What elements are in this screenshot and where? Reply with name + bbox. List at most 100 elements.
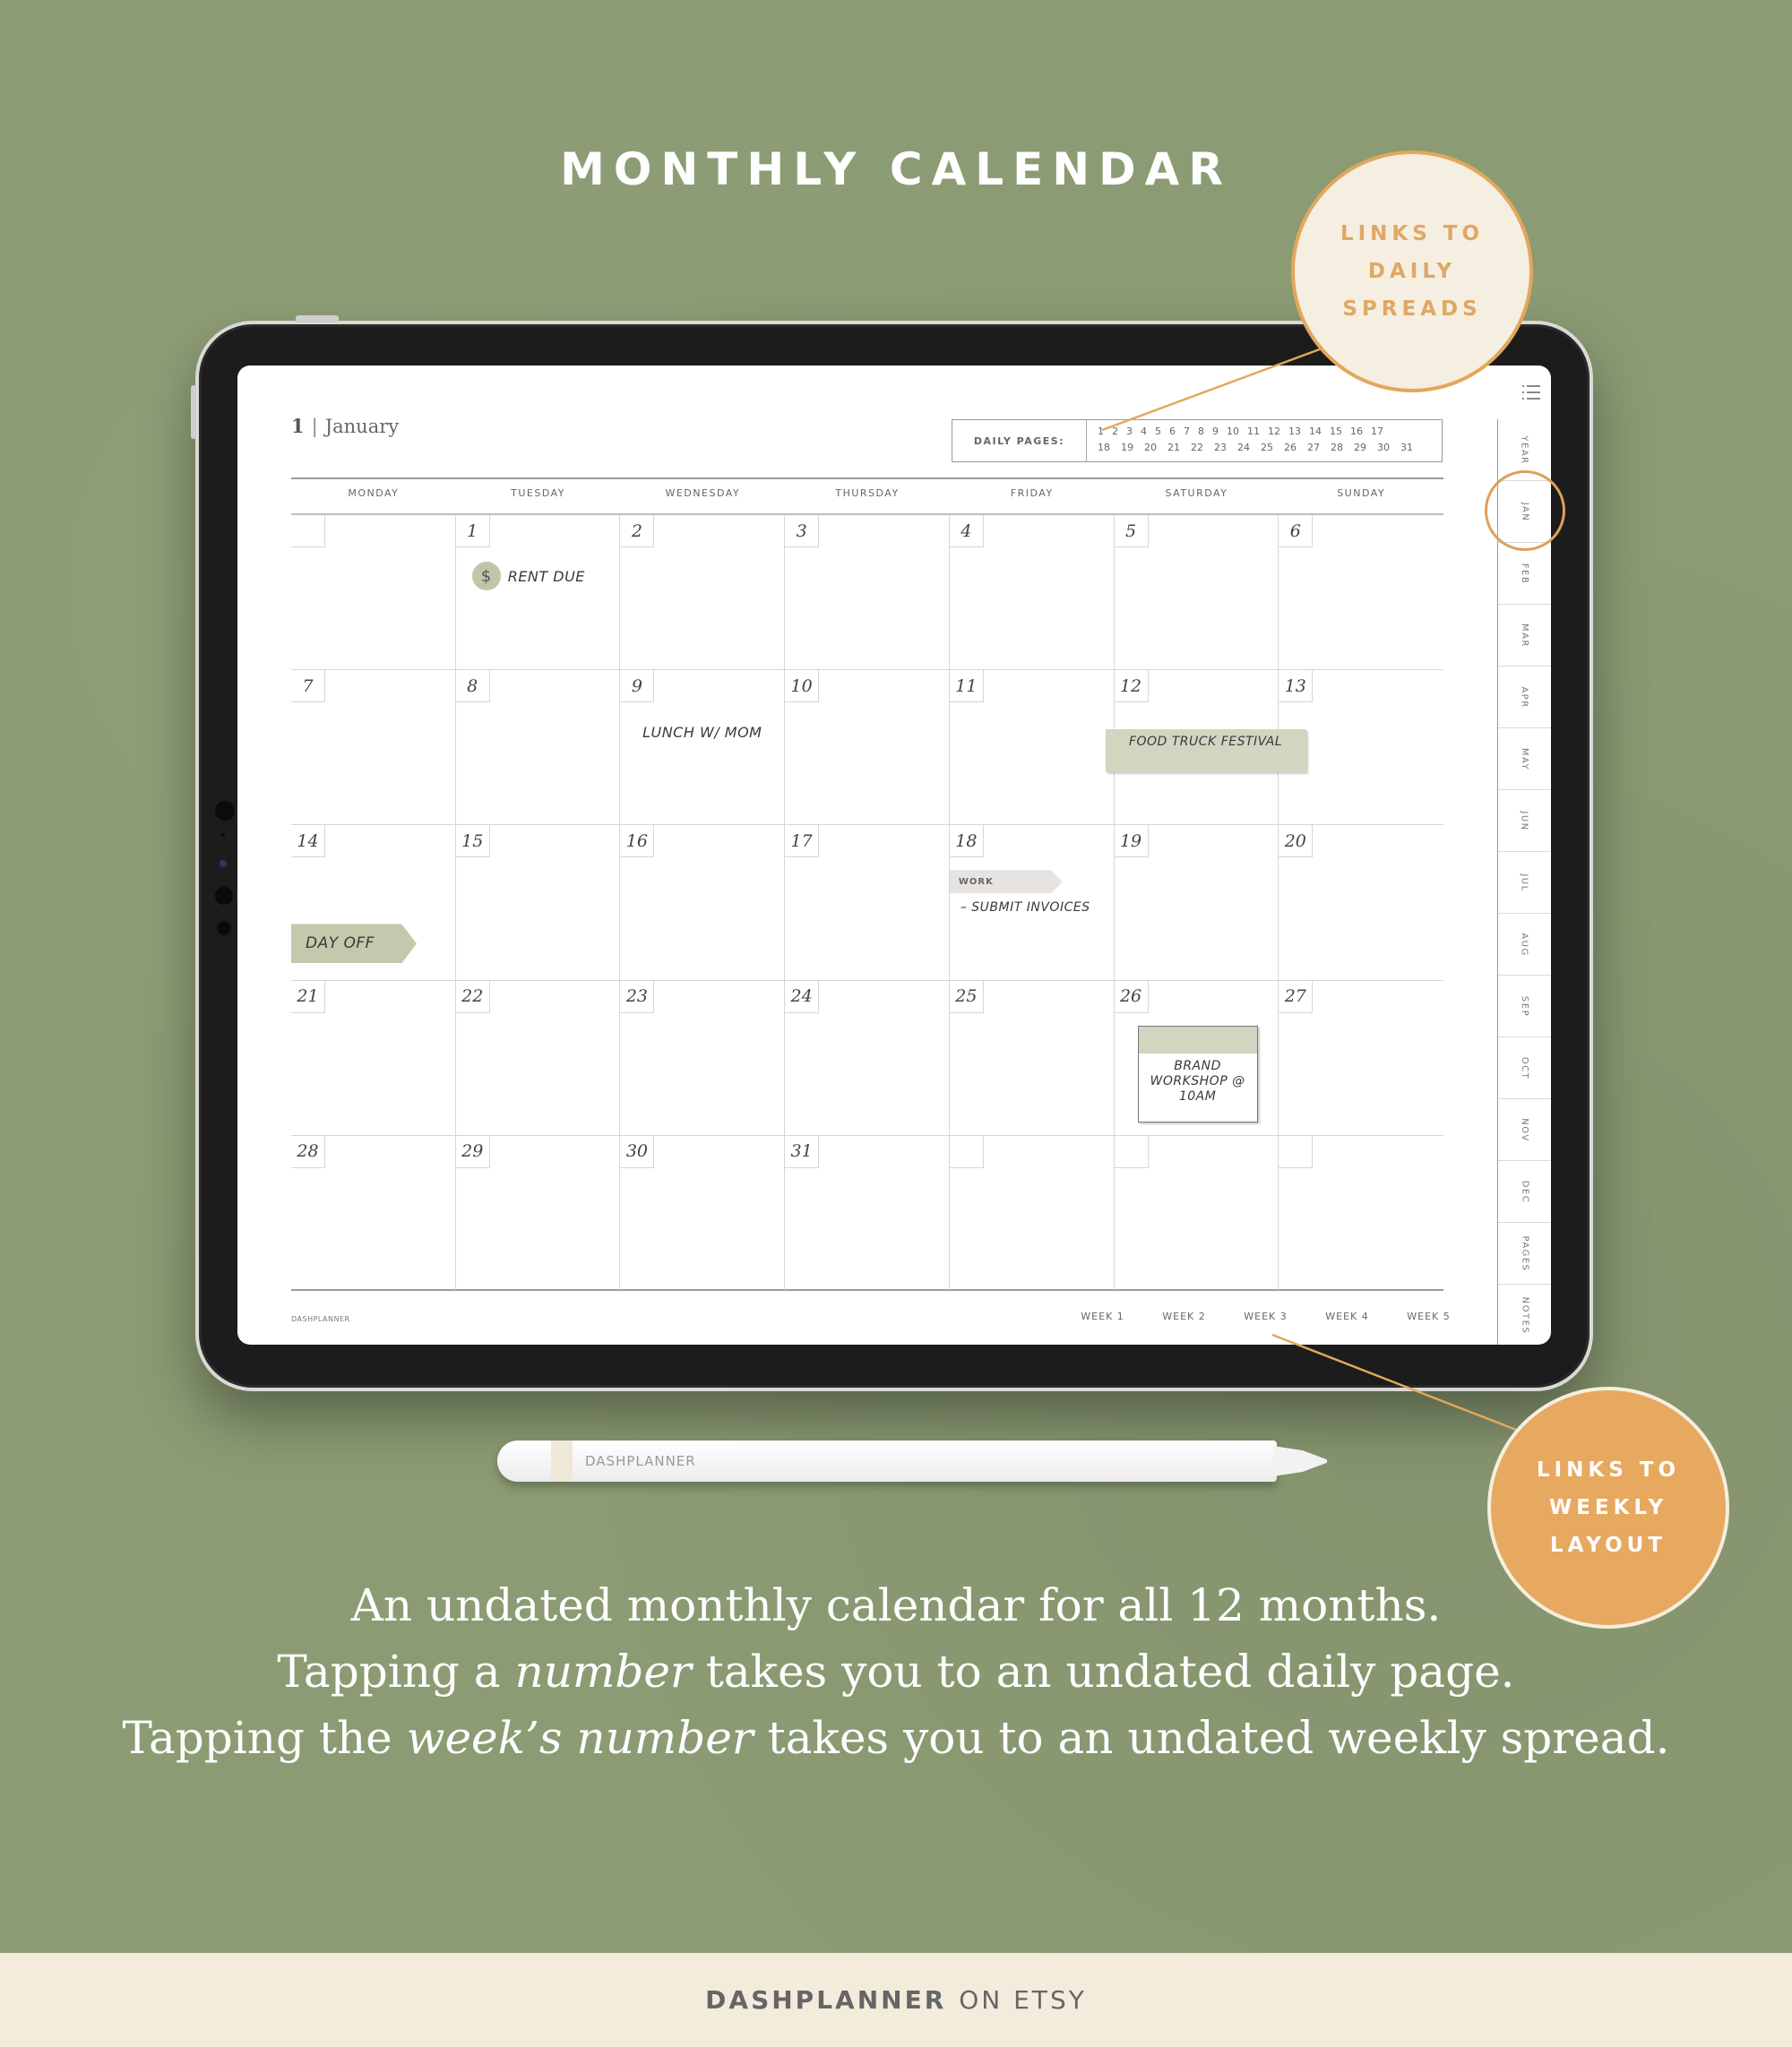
daily-page-link-14[interactable]: 14 [1309,426,1322,442]
day-cell-22[interactable]: 22 [455,980,621,1136]
day-number-9[interactable]: 9 [620,670,655,703]
side-tab-feb[interactable]: FEB [1498,543,1551,605]
daily-page-link-31[interactable]: 31 [1400,442,1413,458]
day-cell-11[interactable]: 11 [949,670,1115,826]
side-tab-pages[interactable]: PAGES [1498,1223,1551,1285]
week-link-5[interactable]: WEEK 5 [1388,1311,1469,1322]
daily-page-link-3[interactable]: 3 [1126,426,1133,442]
daily-page-link-7[interactable]: 7 [1184,426,1190,442]
day-number-23[interactable]: 23 [620,980,655,1013]
day-number-17[interactable]: 17 [785,825,820,858]
side-tab-oct[interactable]: OCT [1498,1037,1551,1099]
day-number-3[interactable]: 3 [785,515,820,547]
side-tab-aug[interactable]: AUG [1498,914,1551,976]
day-number-2[interactable]: 2 [620,515,655,547]
day-number-11[interactable]: 11 [949,670,984,703]
week-link-4[interactable]: WEEK 4 [1306,1311,1388,1322]
day-number-14[interactable]: 14 [291,825,325,858]
day-cell-7[interactable]: 7 [291,670,456,826]
day-number-8[interactable]: 8 [455,670,490,703]
daily-page-link-25[interactable]: 25 [1261,442,1273,458]
day-number-13[interactable]: 13 [1279,670,1314,703]
day-cell-26[interactable]: 26 BRAND WORKSHOP @ 10AM [1114,980,1279,1136]
daily-page-link-21[interactable]: 21 [1167,442,1180,458]
day-cell-28[interactable]: 28 [291,1135,456,1291]
daily-page-link-27[interactable]: 27 [1307,442,1320,458]
day-cell-15[interactable]: 15 [455,825,621,981]
daily-page-link-29[interactable]: 29 [1354,442,1366,458]
day-cell-16[interactable]: 16 [620,825,786,981]
daily-page-link-26[interactable]: 26 [1284,442,1297,458]
daily-page-link-6[interactable]: 6 [1169,426,1176,442]
day-cell-30[interactable]: 30 [620,1135,786,1291]
day-cell-4[interactable]: 4 [949,515,1115,671]
day-cell-24[interactable]: 24 [785,980,950,1136]
day-number-12[interactable]: 12 [1114,670,1149,703]
daily-page-link-19[interactable]: 19 [1121,442,1133,458]
day-number-22[interactable]: 22 [455,980,490,1013]
day-cell-25[interactable]: 25 [949,980,1115,1136]
day-number-16[interactable]: 16 [620,825,655,858]
day-cell-9[interactable]: 9 LUNCH W/ MOM [620,670,786,826]
week-link-2[interactable]: WEEK 2 [1143,1311,1225,1322]
day-number-15[interactable]: 15 [455,825,490,858]
daily-page-link-23[interactable]: 23 [1214,442,1227,458]
day-number-7[interactable]: 7 [291,670,325,703]
week-link-3[interactable]: WEEK 3 [1225,1311,1306,1322]
daily-page-link-16[interactable]: 16 [1350,426,1363,442]
day-number-27[interactable]: 27 [1279,980,1314,1013]
footer-brand[interactable]: DASHPLANNER [705,1985,946,2015]
day-number-20[interactable]: 20 [1279,825,1314,858]
day-cell-12[interactable]: 12 FOOD TRUCK FESTIVAL [1105,670,1306,826]
daily-page-link-1[interactable]: 1 [1098,426,1104,442]
week-link-1[interactable]: WEEK 1 [1062,1311,1143,1322]
day-number-28[interactable]: 28 [291,1135,325,1168]
day-number-31[interactable]: 31 [785,1135,820,1168]
daily-page-link-8[interactable]: 8 [1198,426,1204,442]
daily-page-link-5[interactable]: 5 [1155,426,1161,442]
daily-page-link-13[interactable]: 13 [1288,426,1301,442]
daily-page-link-10[interactable]: 10 [1227,426,1239,442]
daily-page-link-17[interactable]: 17 [1371,426,1383,442]
day-number-18[interactable]: 18 [949,825,984,858]
day-cell-31[interactable]: 31 [785,1135,950,1291]
day-cell-27[interactable]: 27 [1279,980,1443,1136]
day-cell-19[interactable]: 19 [1114,825,1279,981]
side-tab-mar[interactable]: MAR [1498,605,1551,667]
list-icon[interactable] [1522,385,1540,400]
day-cell-3[interactable]: 3 [785,515,950,671]
side-tab-jul[interactable]: JUL [1498,852,1551,914]
day-cell-1[interactable]: 1 $ RENT DUE [455,515,621,671]
day-number-19[interactable]: 19 [1114,825,1149,858]
day-cell-6[interactable]: 6 [1279,515,1443,671]
day-cell-14[interactable]: 14 DAY OFF [291,825,456,981]
daily-page-link-15[interactable]: 15 [1330,426,1342,442]
daily-page-link-9[interactable]: 9 [1212,426,1219,442]
day-cell-5[interactable]: 5 [1114,515,1279,671]
day-number-21[interactable]: 21 [291,980,325,1013]
day-number-25[interactable]: 25 [949,980,984,1013]
day-cell-2[interactable]: 2 [620,515,786,671]
day-cell-18[interactable]: 18 WORK – SUBMIT INVOICES [949,825,1115,981]
daily-page-link-11[interactable]: 11 [1247,426,1260,442]
day-number-6[interactable]: 6 [1279,515,1314,547]
day-cell-17[interactable]: 17 [785,825,950,981]
daily-page-link-2[interactable]: 2 [1112,426,1118,442]
day-cell-23[interactable]: 23 [620,980,786,1136]
day-cell-20[interactable]: 20 [1279,825,1443,981]
side-tab-notes[interactable]: NOTES [1498,1285,1551,1345]
daily-page-link-30[interactable]: 30 [1377,442,1390,458]
daily-page-link-28[interactable]: 28 [1331,442,1343,458]
day-number-5[interactable]: 5 [1114,515,1149,547]
side-tab-dec[interactable]: DEC [1498,1161,1551,1223]
day-number-24[interactable]: 24 [785,980,820,1013]
day-number-29[interactable]: 29 [455,1135,490,1168]
side-tab-may[interactable]: MAY [1498,728,1551,790]
day-number-26[interactable]: 26 [1114,980,1149,1013]
side-tab-apr[interactable]: APR [1498,667,1551,728]
daily-page-link-4[interactable]: 4 [1141,426,1147,442]
daily-page-link-24[interactable]: 24 [1237,442,1250,458]
day-number-10[interactable]: 10 [785,670,820,703]
day-cell-21[interactable]: 21 [291,980,456,1136]
day-number-30[interactable]: 30 [620,1135,655,1168]
